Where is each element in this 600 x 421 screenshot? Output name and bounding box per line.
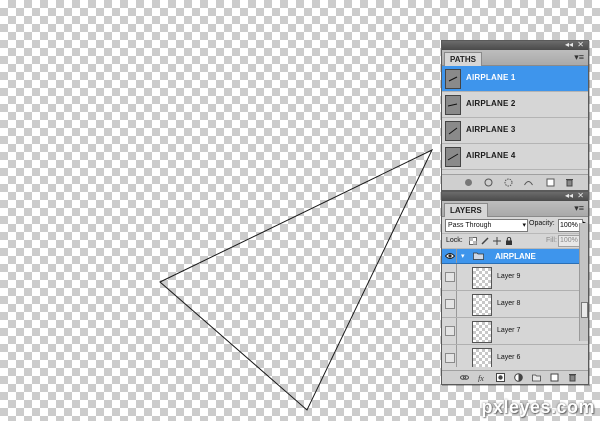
delete-path-icon[interactable] — [565, 178, 574, 187]
new-layer-icon[interactable] — [550, 373, 559, 382]
path-item-airplane-3[interactable]: AIRPLANE 3 — [442, 118, 588, 144]
fill-label: Fill: — [546, 237, 557, 244]
layer-label: Layer 8 — [497, 300, 521, 307]
layer-thumbnail — [472, 294, 492, 316]
path-thumbnail — [445, 95, 461, 115]
path-item-airplane-1[interactable]: AIRPLANE 1 — [442, 66, 588, 92]
layer-group-airplane[interactable]: ▾ AIRPLANE — [442, 249, 588, 264]
lock-pixels-icon[interactable] — [481, 237, 489, 245]
panel-menu-icon[interactable]: ▾≡ — [574, 52, 584, 63]
path-label: AIRPLANE 4 — [466, 151, 516, 160]
lock-all-icon[interactable] — [505, 237, 513, 245]
lock-row: Lock: Fill: 100% ▸ — [442, 234, 588, 249]
triangle-path — [159, 148, 434, 411]
layers-footer: fx — [442, 370, 588, 384]
path-item-airplane-2[interactable]: AIRPLANE 2 — [442, 92, 588, 118]
opacity-label: Opacity: — [529, 220, 555, 227]
path-label: AIRPLANE 2 — [466, 99, 516, 108]
lock-transparency-icon[interactable] — [469, 237, 477, 245]
adjustment-icon[interactable] — [514, 373, 523, 382]
watermark: pxleyes.com — [481, 397, 595, 417]
layers-list: ▾ AIRPLANE Layer 9 Layer 8 Layer 7 Layer… — [442, 249, 588, 367]
close-icon[interactable]: ✕ — [577, 191, 584, 201]
path-item-airplane-4[interactable]: AIRPLANE 4 — [442, 144, 588, 170]
panel-menu-icon[interactable]: ▾≡ — [574, 203, 584, 214]
visibility-toggle[interactable] — [443, 249, 457, 263]
path-thumbnail — [445, 69, 461, 89]
layer-item[interactable]: Layer 7 — [442, 318, 588, 345]
paths-tabbar: PATHS ▾≡ — [442, 50, 588, 66]
layer-thumbnail — [472, 267, 492, 289]
mask-icon[interactable] — [496, 373, 505, 382]
blend-mode-row: Pass Through ▾ Opacity: 100% ▸ — [442, 217, 588, 234]
layer-thumbnail — [472, 348, 492, 367]
layer-item[interactable]: Layer 9 — [442, 264, 588, 291]
stroke-path-icon[interactable] — [484, 178, 493, 187]
paths-footer — [442, 174, 588, 190]
tab-paths[interactable]: PATHS — [444, 52, 482, 66]
collapse-icon[interactable]: ◂◂ — [565, 191, 573, 201]
layer-thumbnail — [472, 321, 492, 343]
eye-icon — [445, 253, 455, 259]
layer-label: Layer 6 — [497, 354, 521, 361]
blend-mode-value: Pass Through — [448, 222, 492, 229]
collapse-group-icon[interactable]: ▾ — [461, 252, 465, 260]
layers-scrollbar[interactable] — [579, 223, 588, 341]
layer-item[interactable]: Layer 8 — [442, 291, 588, 318]
path-label: AIRPLANE 1 — [466, 73, 516, 82]
fx-icon[interactable]: fx — [478, 373, 487, 382]
layer-label: Layer 7 — [497, 327, 521, 334]
close-icon[interactable]: ✕ — [577, 40, 584, 50]
tab-layers[interactable]: LAYERS — [444, 203, 488, 217]
lock-position-icon[interactable] — [493, 237, 501, 245]
lock-label: Lock: — [446, 237, 463, 244]
layers-tabbar: LAYERS ▾≡ — [442, 201, 588, 217]
paths-panel-titlebar[interactable]: ◂◂ ✕ — [442, 40, 588, 50]
blend-mode-select[interactable]: Pass Through ▾ — [445, 219, 528, 232]
visibility-toggle[interactable] — [443, 291, 457, 317]
layer-label: Layer 9 — [497, 273, 521, 280]
layer-item[interactable]: Layer 6 — [442, 345, 588, 367]
group-label: AIRPLANE — [495, 252, 536, 261]
trash-icon[interactable] — [568, 373, 577, 382]
path-label: AIRPLANE 3 — [466, 125, 516, 134]
link-icon[interactable] — [460, 373, 469, 382]
path-thumbnail — [445, 121, 461, 141]
svg-text:fx: fx — [478, 374, 484, 382]
folder-icon[interactable] — [532, 373, 541, 382]
scrollbar-thumb[interactable] — [581, 302, 588, 318]
make-work-path-icon[interactable] — [524, 178, 533, 187]
new-path-icon[interactable] — [546, 178, 555, 187]
layers-panel: ◂◂ ✕ LAYERS ▾≡ Pass Through ▾ Opacity: 1… — [441, 191, 589, 385]
collapse-icon[interactable]: ◂◂ — [565, 40, 573, 50]
visibility-toggle[interactable] — [443, 264, 457, 290]
visibility-toggle[interactable] — [443, 318, 457, 344]
load-selection-icon[interactable] — [504, 178, 513, 187]
folder-icon — [473, 252, 484, 260]
fill-path-icon[interactable] — [464, 178, 473, 187]
visibility-toggle[interactable] — [443, 345, 457, 367]
paths-panel: ◂◂ ✕ PATHS ▾≡ AIRPLANE 1 AIRPLANE 2 AIRP… — [441, 40, 589, 191]
path-thumbnail — [445, 147, 461, 167]
chevron-down-icon: ▾ — [522, 222, 526, 229]
layers-panel-titlebar[interactable]: ◂◂ ✕ — [442, 191, 588, 201]
